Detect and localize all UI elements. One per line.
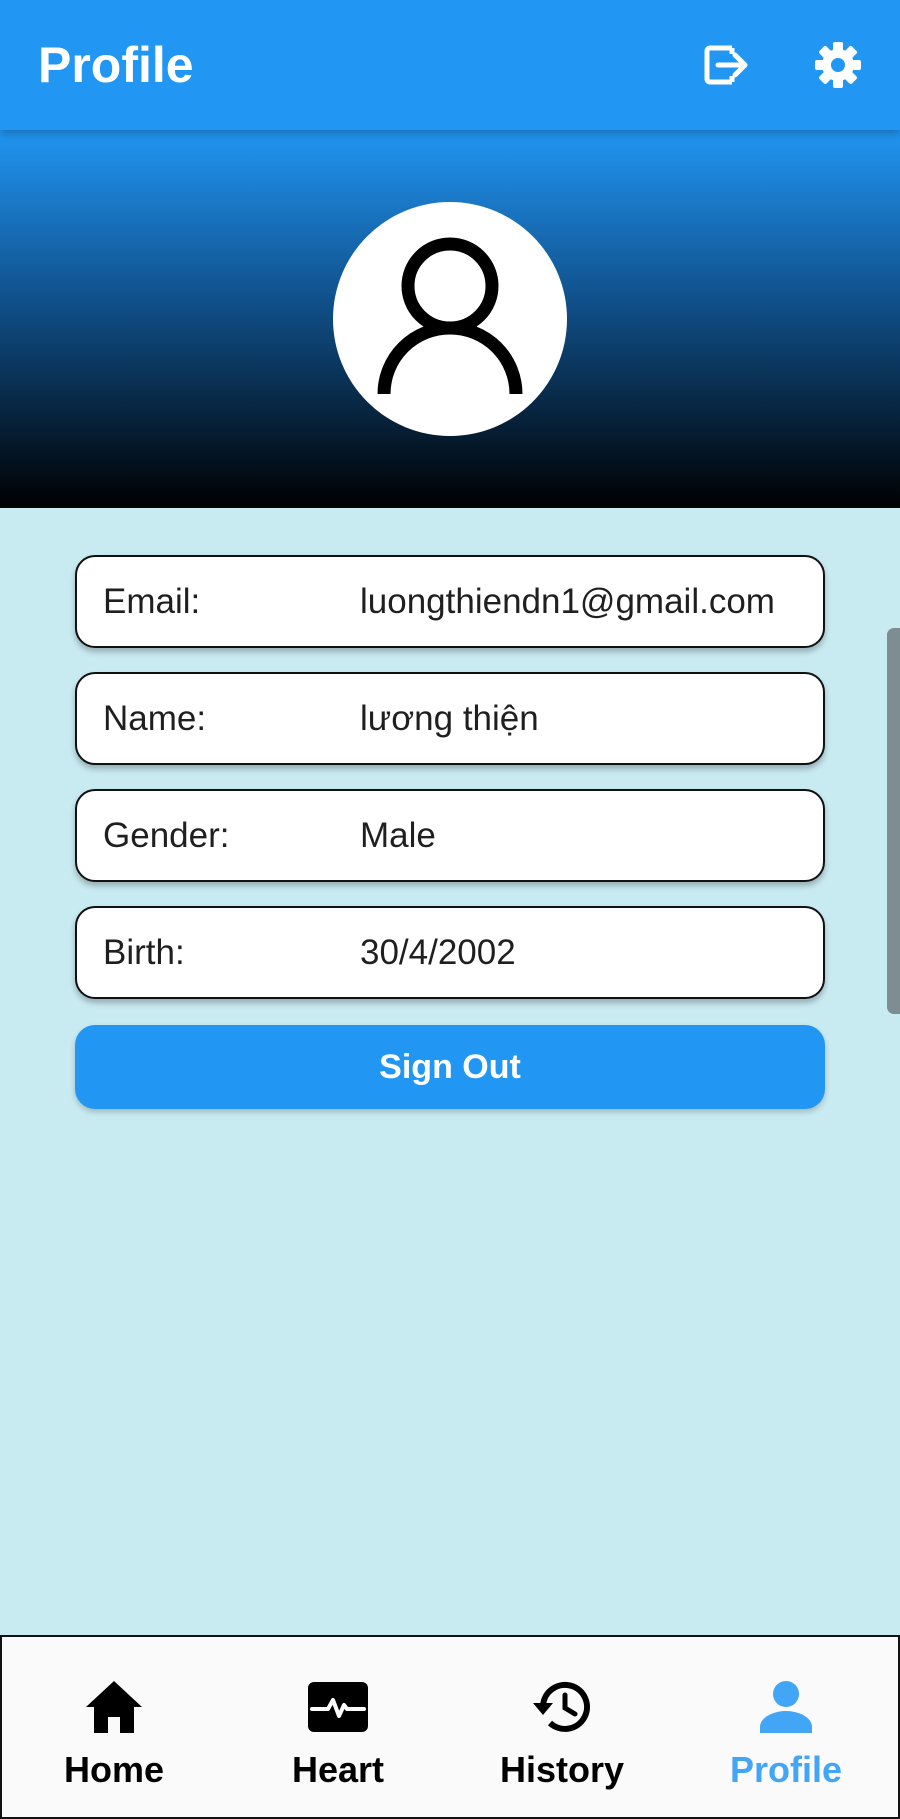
nav-label-profile: Profile	[729, 1749, 843, 1790]
nav-item-home[interactable]: Home	[2, 1637, 226, 1817]
avatar	[333, 202, 567, 436]
app-bar: Profile	[0, 0, 900, 130]
name-label: Name:	[103, 698, 207, 738]
nav-item-history[interactable]: History	[450, 1637, 674, 1817]
gender-value: Male	[360, 815, 436, 855]
page-title: Profile	[38, 37, 194, 93]
nav-label-home: Home	[63, 1749, 165, 1790]
nav-item-profile[interactable]: Profile	[674, 1637, 898, 1817]
sign-out-button[interactable]: Sign Out	[75, 1025, 825, 1109]
logout-icon[interactable]	[700, 39, 752, 91]
email-value: luongthiendn1@gmail.com	[360, 581, 775, 621]
email-label: Email:	[103, 581, 201, 621]
name-card: Name: lương thiện	[75, 672, 825, 765]
nav-label-history: History	[499, 1749, 625, 1790]
birth-card: Birth: 30/4/2002	[75, 906, 825, 999]
gender-label: Gender:	[103, 815, 230, 855]
app-bar-actions	[700, 39, 864, 91]
email-card: Email: luongthiendn1@gmail.com	[75, 555, 825, 648]
history-icon	[530, 1675, 594, 1739]
person-icon	[754, 1675, 818, 1739]
heart-monitor-icon	[306, 1675, 370, 1739]
home-icon	[82, 1675, 146, 1739]
bottom-nav: Home Heart History Profile	[0, 1635, 900, 1819]
nav-label-heart: Heart	[291, 1749, 385, 1790]
gear-icon[interactable]	[812, 39, 864, 91]
name-value: lương thiện	[360, 698, 539, 738]
user-outline-icon	[377, 237, 523, 395]
gender-card: Gender: Male	[75, 789, 825, 882]
birth-label: Birth:	[103, 932, 185, 972]
nav-item-heart[interactable]: Heart	[226, 1637, 450, 1817]
scrollbar-thumb[interactable]	[887, 628, 900, 1014]
birth-value: 30/4/2002	[360, 932, 516, 972]
